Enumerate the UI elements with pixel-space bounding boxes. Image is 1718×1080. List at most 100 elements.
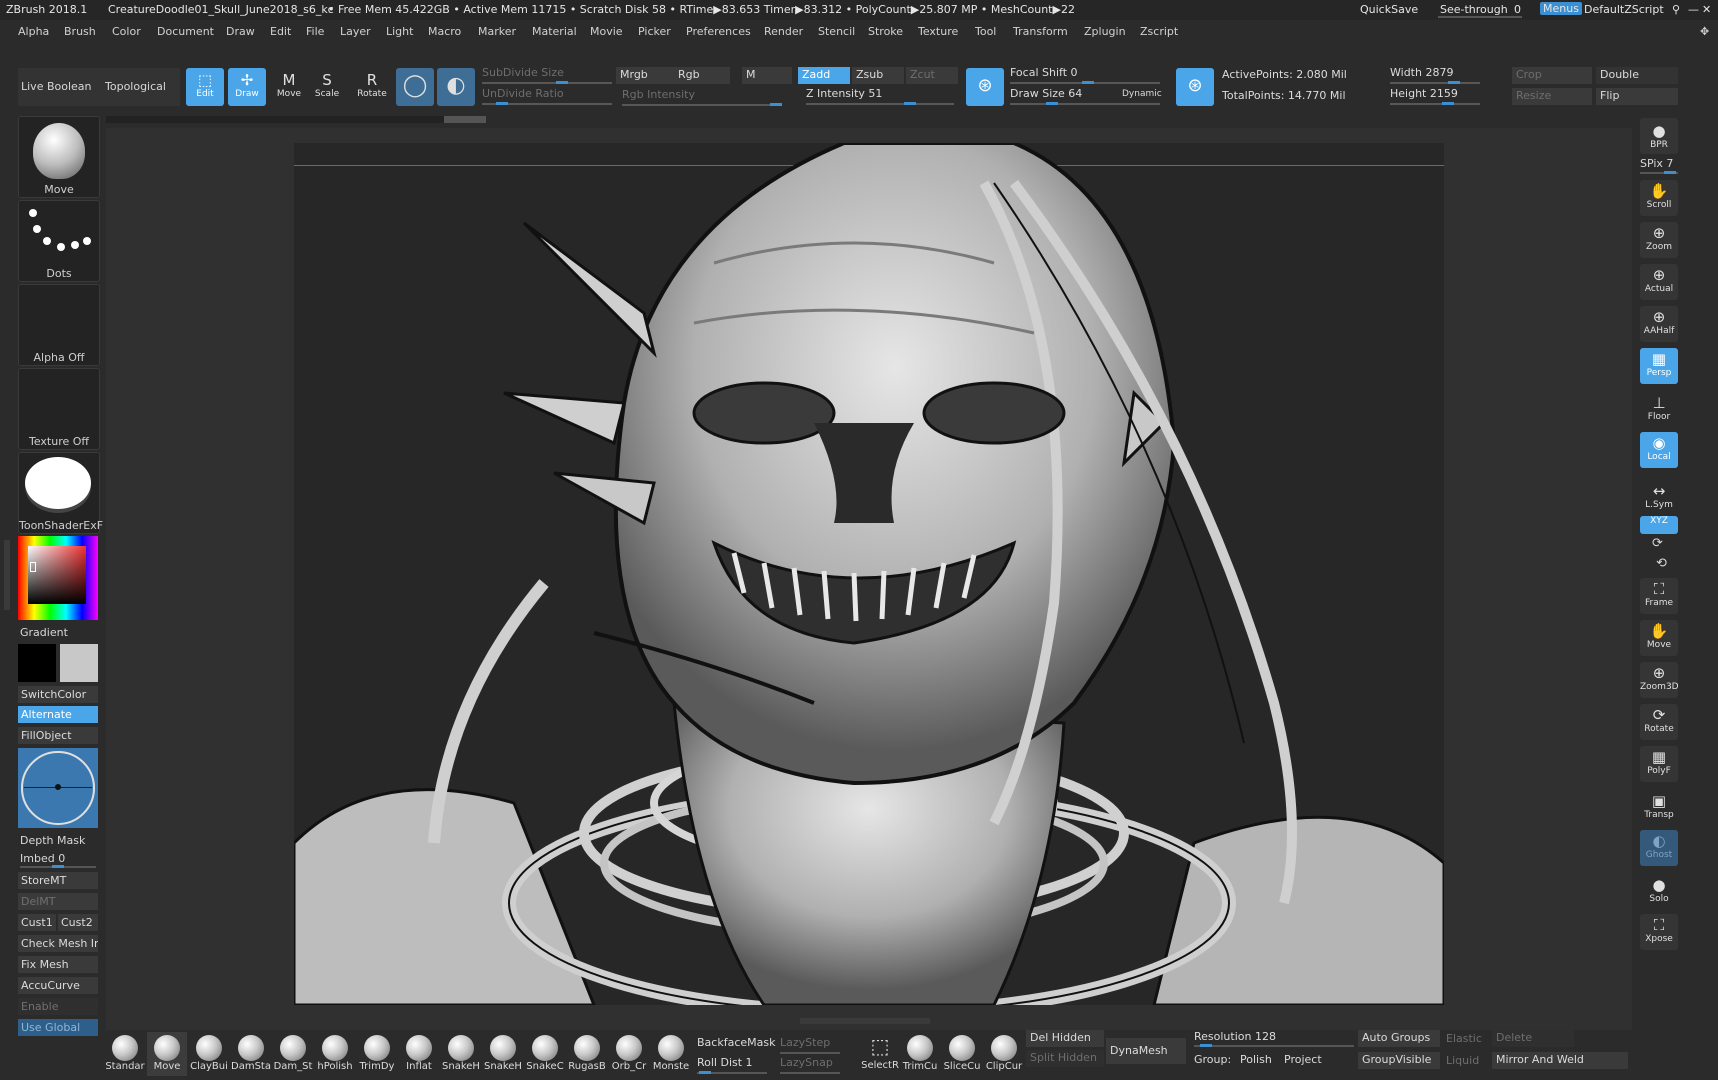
draw-button[interactable]: ✢ Draw <box>228 68 266 106</box>
cust1-button[interactable]: Cust1 <box>18 914 56 931</box>
main-color-swatch[interactable] <box>18 644 56 682</box>
shelf-scroll-track[interactable] <box>106 116 486 123</box>
floor-button[interactable]: ⊥ Floor <box>1640 392 1678 428</box>
delmt-button[interactable]: DelMT <box>18 893 98 910</box>
lazysnap-slider[interactable] <box>780 1072 840 1074</box>
check-mesh-button[interactable]: Check Mesh In <box>18 935 98 952</box>
menu-zplugin[interactable]: Zplugin <box>1084 25 1126 38</box>
resolution-knob[interactable] <box>1200 1044 1212 1047</box>
zadd-toggle[interactable]: Zadd <box>798 67 850 84</box>
menu-stroke[interactable]: Stroke <box>868 25 903 38</box>
focal-shift-icon-button[interactable]: ⊛ <box>966 68 1004 106</box>
bottom-tray-handle[interactable] <box>800 1018 930 1024</box>
subdivide-size-slider[interactable] <box>482 82 612 84</box>
sculptris-toggle[interactable]: ◯ <box>396 68 434 106</box>
scroll-button[interactable]: ✋ Scroll <box>1640 180 1678 216</box>
z-intensity-slider[interactable] <box>806 103 954 105</box>
brush-monster[interactable]: Monste <box>651 1032 691 1076</box>
seethrough-slider[interactable] <box>1438 16 1522 18</box>
menu-document[interactable]: Document <box>157 25 214 38</box>
groupvisible-button[interactable]: GroupVisible <box>1358 1052 1440 1069</box>
quicksave-button[interactable]: QuickSave <box>1360 3 1418 16</box>
mirror-weld-button[interactable]: Mirror And Weld <box>1492 1052 1628 1069</box>
mrgb-toggle[interactable]: Mrgb <box>616 67 674 84</box>
rotate-mode-button[interactable]: R Rotate <box>353 68 391 106</box>
minimize-icon[interactable]: — <box>1688 3 1699 16</box>
menu-light[interactable]: Light <box>386 25 413 38</box>
resize-button[interactable]: Resize <box>1512 88 1592 105</box>
enable-button[interactable]: Enable <box>18 998 98 1015</box>
scale-mode-button[interactable]: S Scale <box>308 68 346 106</box>
select-rect-button[interactable]: ⬚ SelectR <box>860 1032 900 1076</box>
focal-shift-knob[interactable] <box>1082 81 1094 84</box>
menu-texture[interactable]: Texture <box>918 25 958 38</box>
draw-size-knob[interactable] <box>1046 102 1058 105</box>
slice-curve-button[interactable]: SliceCu <box>942 1032 982 1076</box>
brush-snakecactus[interactable]: SnakeC <box>525 1032 565 1076</box>
left-tray-handle[interactable] <box>4 540 10 610</box>
xyz-button[interactable]: XYZ <box>1640 516 1678 534</box>
storemt-button[interactable]: StoreMT <box>18 872 98 889</box>
menu-picker[interactable]: Picker <box>638 25 671 38</box>
rgb-toggle[interactable]: Rgb <box>674 67 730 84</box>
depth-mask-curve[interactable] <box>18 748 98 828</box>
polyf-button[interactable]: ▦ PolyF <box>1640 746 1678 782</box>
cust2-button[interactable]: Cust2 <box>58 914 98 931</box>
dynamic-toggle[interactable]: Dynamic <box>1122 89 1162 99</box>
draw-size-icon-button[interactable]: ⊛ <box>1176 68 1214 106</box>
roll-dist-knob[interactable] <box>699 1071 711 1074</box>
lsym-button[interactable]: ↔ L.Sym <box>1640 480 1678 510</box>
solo-button[interactable]: ● Solo <box>1640 874 1678 910</box>
secondary-color-swatch[interactable] <box>60 644 98 682</box>
shelf-scroll-thumb[interactable] <box>444 116 486 123</box>
menu-file[interactable]: File <box>306 25 324 38</box>
menu-transform[interactable]: Transform <box>1013 25 1068 38</box>
stroke-tile[interactable]: Dots <box>18 200 100 282</box>
menu-handle-icon[interactable]: ✥ <box>1700 25 1709 38</box>
brush-hpolish[interactable]: hPolish <box>315 1032 355 1076</box>
xpose-button[interactable]: ⛶ Xpose <box>1640 914 1678 950</box>
switchcolor-button[interactable]: SwitchColor <box>18 686 98 703</box>
brush-claybuildup[interactable]: ClayBui <box>189 1032 229 1076</box>
del-hidden-button[interactable]: Del Hidden <box>1026 1030 1104 1047</box>
bpr-button[interactable]: ● BPR <box>1640 118 1678 154</box>
brush-standard[interactable]: Standar <box>105 1032 145 1076</box>
menu-render[interactable]: Render <box>764 25 803 38</box>
persp-button[interactable]: ▦ Persp <box>1640 348 1678 384</box>
seethrough-label[interactable]: See-through <box>1440 3 1508 16</box>
split-hidden-button[interactable]: Split Hidden <box>1026 1050 1104 1067</box>
aahalf-button[interactable]: ⊕ AAHalf <box>1640 306 1678 342</box>
elastic-button[interactable]: Elastic <box>1446 1032 1482 1045</box>
project-toggle[interactable]: Project <box>1284 1053 1322 1066</box>
crop-button[interactable]: Crop <box>1512 67 1592 84</box>
menu-movie[interactable]: Movie <box>590 25 623 38</box>
dynamic-subdiv-toggle[interactable]: ◐ <box>437 68 475 106</box>
menu-zscript[interactable]: Zscript <box>1140 25 1178 38</box>
brush-move[interactable]: Move <box>147 1032 187 1076</box>
fillobject-button[interactable]: FillObject <box>18 727 98 744</box>
actual-button[interactable]: ⊕ Actual <box>1640 264 1678 300</box>
menu-layer[interactable]: Layer <box>340 25 371 38</box>
fix-mesh-button[interactable]: Fix Mesh <box>18 956 98 973</box>
flip-button[interactable]: Flip <box>1596 88 1678 105</box>
default-zscript-button[interactable]: DefaultZScript <box>1584 3 1664 16</box>
menu-macro[interactable]: Macro <box>428 25 461 38</box>
zcut-toggle[interactable]: Zcut <box>906 67 958 84</box>
brush-dam-st[interactable]: Dam_St <box>273 1032 313 1076</box>
document-viewport[interactable] <box>294 143 1444 1005</box>
menu-preferences[interactable]: Preferences <box>686 25 751 38</box>
alpha-tile[interactable]: Alpha Off <box>18 284 100 366</box>
texture-tile[interactable]: Texture Off <box>18 368 100 450</box>
brush-tile[interactable]: Move <box>18 116 100 198</box>
clip-curve-button[interactable]: ClipCur <box>984 1032 1024 1076</box>
alternate-button[interactable]: Alternate <box>18 706 98 723</box>
use-global-button[interactable]: Use Global <box>18 1019 98 1036</box>
width-knob[interactable] <box>1448 81 1460 84</box>
m-toggle[interactable]: M <box>742 67 792 84</box>
resolution-slider[interactable] <box>1194 1045 1354 1047</box>
live-boolean-button[interactable]: Live Boolean <box>18 68 102 106</box>
rgb-intensity-knob[interactable] <box>770 103 782 106</box>
brush-snakehook[interactable]: SnakeH <box>441 1032 481 1076</box>
delete-button[interactable]: Delete <box>1492 1030 1574 1047</box>
height-slider[interactable] <box>1390 103 1480 105</box>
